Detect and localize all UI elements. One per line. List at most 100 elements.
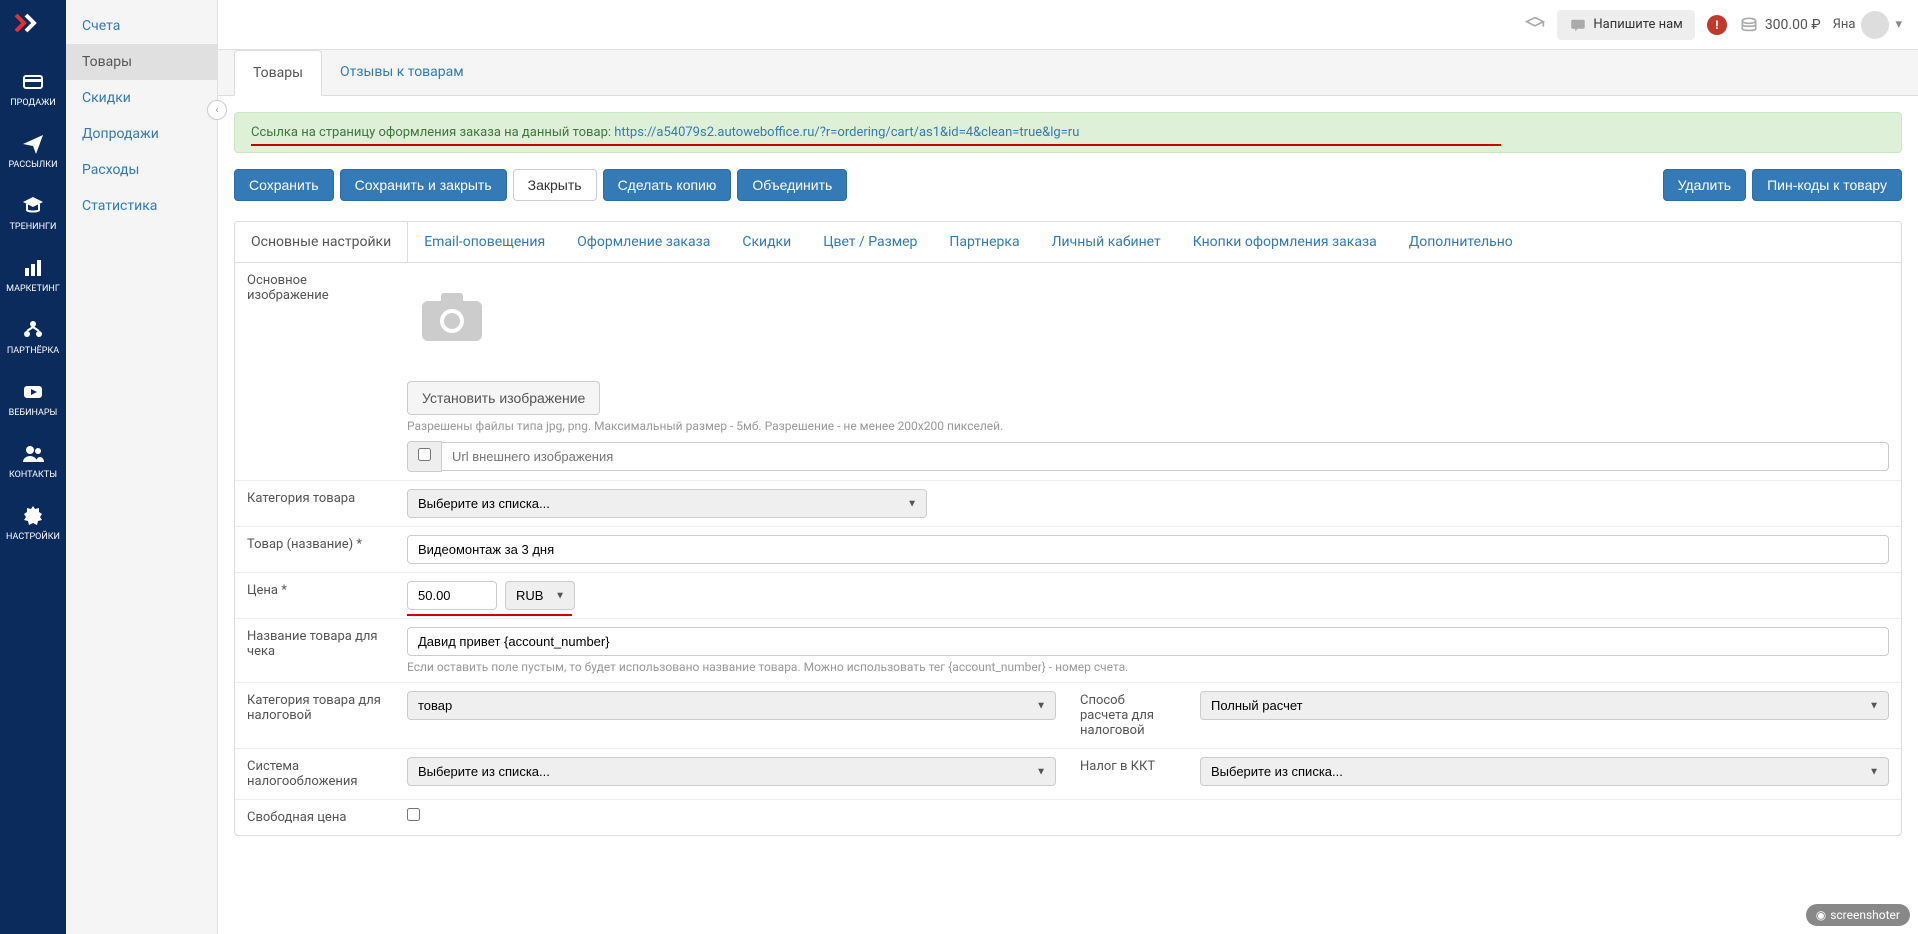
logo <box>13 8 53 38</box>
avatar <box>1861 11 1889 39</box>
nav-label: ПРОДАЖИ <box>10 98 55 108</box>
delete-button[interactable]: Удалить <box>1663 169 1746 201</box>
image-help: Разрешены файлы типа jpg, png. Максималь… <box>407 419 1889 433</box>
screenshoter-label: screenshoter <box>1830 908 1900 922</box>
alert-badge[interactable]: ! <box>1707 15 1727 35</box>
label-main-image: Основное изображение <box>235 263 395 480</box>
alert-text: Ссылка на страницу оформления заказа на … <box>251 125 614 140</box>
tab-checkout[interactable]: Оформление заказа <box>561 222 726 262</box>
tab-checkout-buttons[interactable]: Кнопки оформления заказа <box>1177 222 1393 262</box>
tab-color-size[interactable]: Цвет / Размер <box>807 222 933 262</box>
nav-sales[interactable]: ПРОДАЖИ <box>0 58 66 120</box>
save-button[interactable]: Сохранить <box>234 169 334 201</box>
nav-mailings[interactable]: РАССЫЛКИ <box>0 120 66 182</box>
chart-icon <box>21 256 45 280</box>
label-tax-category: Категория товара для налоговой <box>235 683 395 748</box>
sub-accounts[interactable]: Счета <box>66 8 217 44</box>
balance-value: 300.00 ₽ <box>1765 17 1821 33</box>
ordering-link[interactable]: https://a54079s2.autoweboffice.ru/?r=ord… <box>614 125 1079 140</box>
free-price-checkbox[interactable] <box>407 808 420 821</box>
collapse-sidebar-button[interactable]: ‹ <box>207 100 227 120</box>
receipt-name-input[interactable] <box>407 627 1889 656</box>
chevron-left-icon: ‹ <box>215 105 218 116</box>
category-select[interactable]: Выберите из списка... <box>407 489 927 518</box>
balance[interactable]: 300.00 ₽ <box>1739 15 1821 35</box>
red-underline-annotation <box>251 144 1501 146</box>
pincodes-button[interactable]: Пин-коды к товару <box>1752 169 1902 201</box>
alert-text: ! <box>1715 18 1718 32</box>
card-icon <box>21 70 45 94</box>
tax-category-select[interactable]: товар <box>407 691 1056 720</box>
currency-select[interactable]: RUB <box>505 581 575 610</box>
label-category: Категория товара <box>235 481 395 526</box>
coins-icon <box>1739 15 1759 35</box>
sidebar-main: ПРОДАЖИ РАССЫЛКИ ТРЕНИНГИ МАРКЕТИНГ ПАРТ… <box>0 0 66 934</box>
label-receipt-name: Название товара для чека <box>235 619 395 682</box>
help-icon[interactable] <box>1525 15 1545 35</box>
label-price: Цена * <box>235 573 395 618</box>
tab-reviews[interactable]: Отзывы к товарам <box>322 50 482 95</box>
top-tabs: Товары Отзывы к товарам <box>218 50 1918 96</box>
nav-label: НАСТРОЙКИ <box>6 532 60 542</box>
username: Яна <box>1833 17 1856 32</box>
price-input[interactable] <box>407 581 497 610</box>
nav-webinars[interactable]: ВЕБИНАРЫ <box>0 368 66 430</box>
name-input[interactable] <box>407 535 1889 564</box>
tab-partner[interactable]: Партнерка <box>933 222 1035 262</box>
external-url-checkbox[interactable] <box>418 448 431 461</box>
user-menu[interactable]: Яна ▾ <box>1833 11 1902 39</box>
set-image-button[interactable]: Установить изображение <box>407 381 600 415</box>
camera-icon: ◉ <box>1816 908 1826 922</box>
sub-upsells[interactable]: Допродажи <box>66 116 217 152</box>
tax-system-select[interactable]: Выберите из списка... <box>407 757 1056 786</box>
tab-email[interactable]: Email-оповещения <box>408 222 561 262</box>
save-close-button[interactable]: Сохранить и закрыть <box>340 169 507 201</box>
sidebar-sub: Счета Товары Скидки Допродажи Расходы Ст… <box>66 0 218 934</box>
tab-products[interactable]: Товары <box>234 50 322 96</box>
form-panel: Основное изображение Установить изображе… <box>234 262 1902 836</box>
sub-products[interactable]: Товары <box>66 44 217 80</box>
payment-method-select[interactable]: Полный расчет <box>1200 691 1889 720</box>
sub-statistics[interactable]: Статистика <box>66 188 217 224</box>
tab-account[interactable]: Личный кабинет <box>1036 222 1177 262</box>
gear-icon <box>21 504 45 528</box>
graduation-icon <box>21 194 45 218</box>
sub-expenses[interactable]: Расходы <box>66 152 217 188</box>
label-name: Товар (название) * <box>235 527 395 572</box>
label-payment-method: Способ расчета для налоговой <box>1068 683 1188 748</box>
screenshoter-badge: ◉ screenshoter <box>1806 904 1910 926</box>
action-buttons: Сохранить Сохранить и закрыть Закрыть Сд… <box>234 169 1902 201</box>
nav-trainings[interactable]: ТРЕНИНГИ <box>0 182 66 244</box>
red-underline-annotation <box>407 614 572 616</box>
users-icon <box>21 442 45 466</box>
nav-marketing[interactable]: МАРКЕТИНГ <box>0 244 66 306</box>
tab-discounts[interactable]: Скидки <box>726 222 807 262</box>
chevron-down-icon: ▾ <box>1895 17 1902 32</box>
nav-label: ВЕБИНАРЫ <box>9 408 58 418</box>
label-free-price: Свободная цена <box>235 800 395 835</box>
copy-button[interactable]: Сделать копию <box>603 169 732 201</box>
chat-label: Напишите нам <box>1593 17 1682 32</box>
kkt-tax-select[interactable]: Выберите из списка... <box>1200 757 1889 786</box>
nav-settings[interactable]: НАСТРОЙКИ <box>0 492 66 554</box>
nav-label: МАРКЕТИНГ <box>6 284 60 294</box>
nav-contacts[interactable]: КОНТАКТЫ <box>0 430 66 492</box>
tab-main-settings[interactable]: Основные настройки <box>235 222 408 262</box>
close-button[interactable]: Закрыть <box>513 169 597 201</box>
partner-icon <box>21 318 45 342</box>
nav-label: РАССЫЛКИ <box>8 160 57 170</box>
chat-icon <box>1569 16 1587 34</box>
chat-button[interactable]: Напишите нам <box>1557 10 1694 40</box>
camera-icon <box>417 289 487 344</box>
nav-partner[interactable]: ПАРТНЁРКА <box>0 306 66 368</box>
merge-button[interactable]: Объединить <box>737 169 847 201</box>
nav-label: КОНТАКТЫ <box>9 470 57 480</box>
external-url-input[interactable] <box>442 442 1889 471</box>
play-icon <box>21 380 45 404</box>
tab-additional[interactable]: Дополнительно <box>1393 222 1529 262</box>
image-placeholder <box>407 281 497 351</box>
label-kkt-tax: Налог в ККТ <box>1068 749 1188 799</box>
label-tax-system: Система налогообложения <box>235 749 395 799</box>
sub-discounts[interactable]: Скидки <box>66 80 217 116</box>
external-url-checkbox-wrap <box>407 441 442 472</box>
